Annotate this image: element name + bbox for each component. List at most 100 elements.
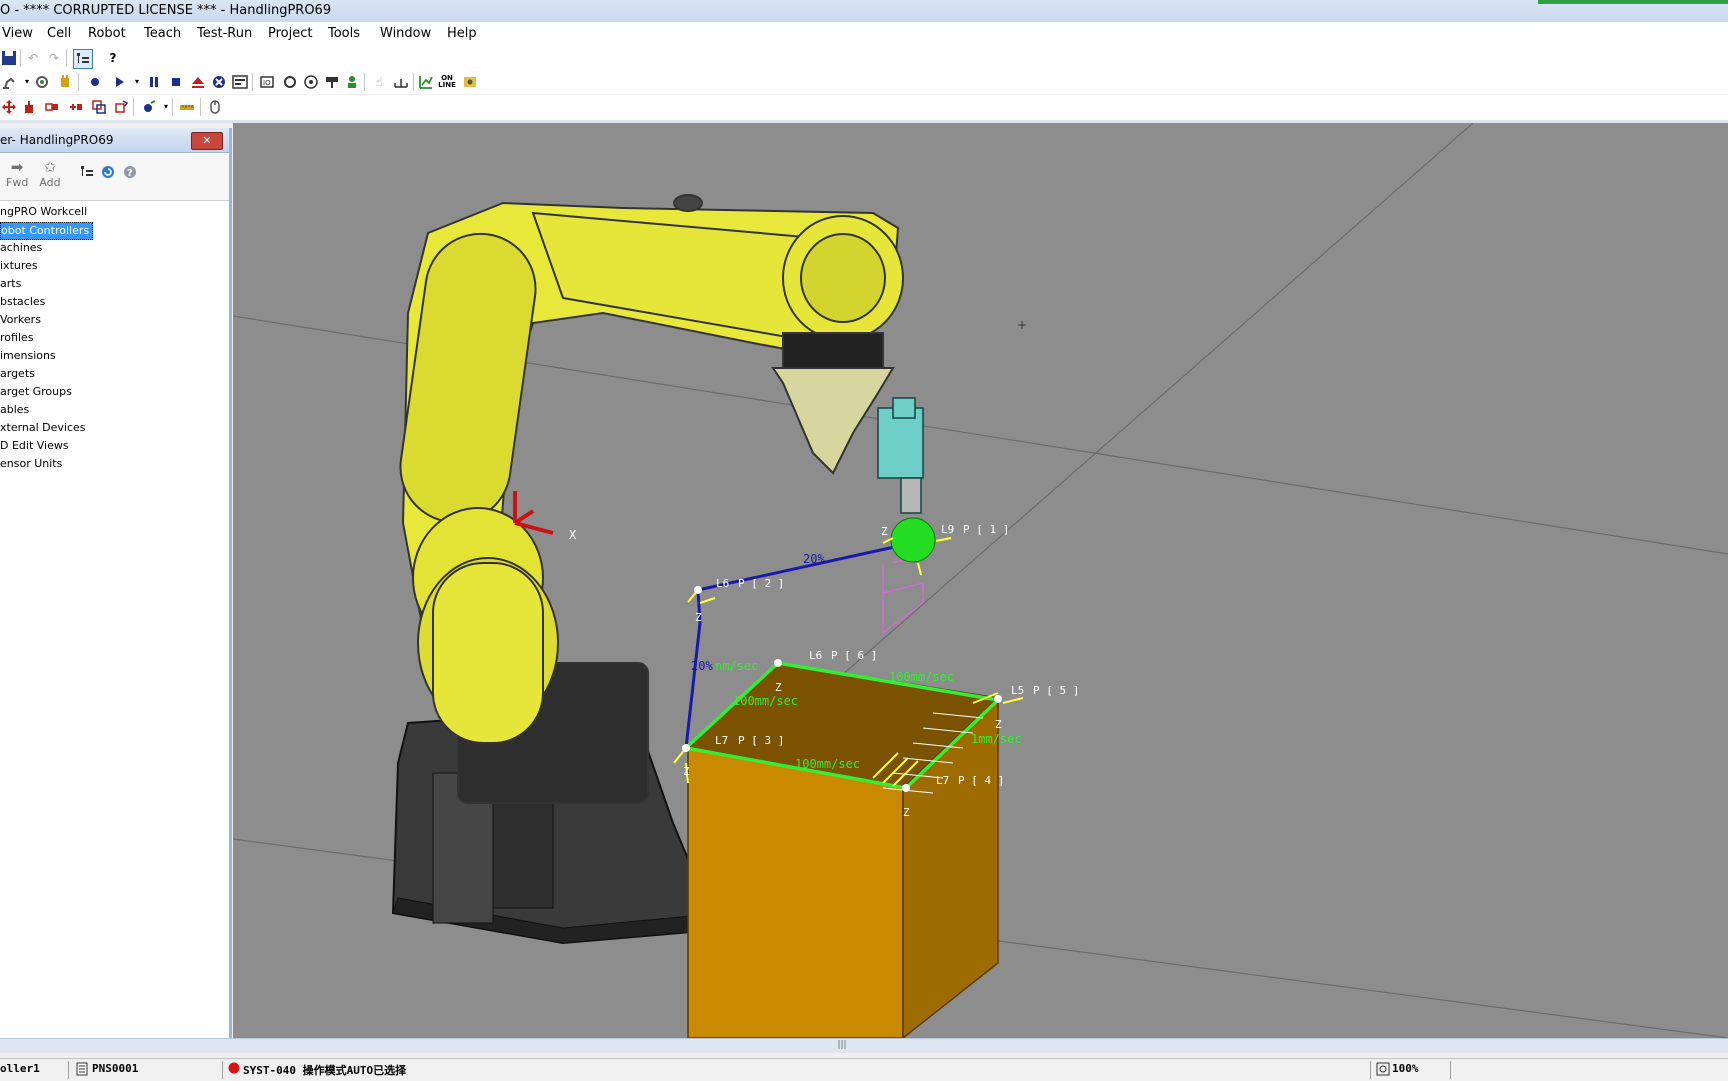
chevron-down-icon[interactable]: ▾	[128, 73, 146, 91]
svg-text:?: ?	[127, 168, 133, 179]
tree-item[interactable]: rofiles	[0, 330, 37, 346]
tree-item[interactable]: imensions	[0, 348, 59, 364]
toolbar-view: ▾	[0, 95, 1728, 120]
ruler-icon[interactable]	[178, 98, 196, 116]
tree-item[interactable]: arget Groups	[0, 384, 75, 400]
menu-test-run[interactable]: Test-Run	[197, 26, 252, 41]
menu-project[interactable]: Project	[268, 26, 312, 41]
save-icon[interactable]	[0, 49, 18, 67]
menu-teach[interactable]: Teach	[144, 26, 181, 41]
arrange-icon[interactable]	[43, 98, 61, 116]
speed-label-l-d: 1mm/sec	[971, 732, 1022, 746]
cell-browser-panel: er- HandlingPRO69 ✕ ➡ Fwd ✩ Add ? ngPRO …	[0, 128, 232, 1038]
copy-frame-icon[interactable]	[90, 98, 108, 116]
frame-z-1: Z	[881, 525, 888, 538]
add-button[interactable]: ✩ Add	[37, 158, 63, 189]
tree-item[interactable]: arts	[0, 276, 24, 292]
target-icon[interactable]	[302, 73, 320, 91]
speed-label-l-b: 100mm/sec	[889, 670, 954, 684]
horizontal-scrollbar[interactable]: |||	[0, 1038, 1728, 1053]
alarm-icon	[228, 1062, 240, 1077]
menu-cell[interactable]: Cell	[47, 26, 71, 41]
status-program-icon	[76, 1062, 88, 1079]
panel-icon[interactable]	[231, 73, 249, 91]
undo-icon[interactable]: ↶	[24, 49, 42, 67]
close-icon[interactable]: ✕	[191, 132, 223, 150]
io-icon[interactable]: IO	[258, 73, 276, 91]
tree-item[interactable]: achines	[0, 240, 45, 256]
teach-icon[interactable]	[461, 73, 479, 91]
position-mark-3: L7	[715, 734, 728, 747]
position-label-6[interactable]: P [ 6 ]	[831, 649, 877, 662]
lift-icon[interactable]	[20, 98, 38, 116]
add-frame-icon[interactable]	[67, 98, 85, 116]
menu-tools[interactable]: Tools	[328, 26, 360, 41]
menu-robot[interactable]: Robot	[88, 26, 126, 41]
position-label-1[interactable]: P [ 1 ]	[963, 523, 1009, 536]
hand-icon[interactable]	[56, 73, 74, 91]
redo-icon[interactable]: ↷	[45, 49, 63, 67]
menu-bar: View Cell Robot Teach Test-Run Project T…	[0, 22, 1728, 46]
measure-icon[interactable]	[392, 73, 410, 91]
play-icon[interactable]	[110, 73, 128, 91]
frame-z-4: Z	[903, 806, 910, 819]
current-position-sphere[interactable]	[890, 517, 936, 563]
tree-item[interactable]: xternal Devices	[0, 420, 89, 436]
help-icon[interactable]: ?	[121, 164, 139, 183]
workcell-3d-view[interactable]: X L9 P [ 1 ] Z L6 P [ 2 ] Z L7 P [ 3 ] Z	[233, 123, 1728, 1038]
tree-view-icon[interactable]	[78, 164, 96, 183]
sign-icon[interactable]	[323, 73, 341, 91]
position-label-5[interactable]: P [ 5 ]	[1033, 684, 1079, 697]
move-icon[interactable]	[0, 98, 18, 116]
tree-item[interactable]: obot Controllers	[0, 222, 94, 240]
rotate-frame-icon[interactable]	[112, 98, 130, 116]
forward-button[interactable]: ➡ Fwd	[6, 158, 28, 189]
star-icon: ✩	[43, 158, 57, 176]
status-message: SYST-040 操作模式AUTO已选择	[243, 1064, 407, 1077]
speed-label-j1: 20%	[803, 552, 825, 566]
online-button[interactable]: ON LINE	[436, 73, 458, 91]
chart-icon[interactable]	[417, 73, 435, 91]
refresh-icon[interactable]	[99, 164, 117, 183]
toolbar-file: ↶ ↷ ?	[0, 46, 1728, 70]
camera-icon[interactable]	[140, 98, 158, 116]
position-label-4[interactable]: P [ 4 ]	[958, 774, 1004, 787]
menu-window[interactable]: Window	[380, 26, 431, 41]
position-label-2[interactable]: P [ 2 ]	[738, 577, 784, 590]
svg-text:IO: IO	[263, 79, 271, 87]
menu-help[interactable]: Help	[447, 26, 477, 41]
position-mark-4: L7	[936, 774, 949, 787]
cell-browser-icon[interactable]	[73, 49, 93, 69]
position-mark-6: L6	[809, 649, 822, 662]
pause-icon[interactable]	[145, 73, 163, 91]
scroll-grip-icon[interactable]: |||	[835, 1041, 849, 1050]
tree-item[interactable]: ables	[0, 402, 32, 418]
tree-item[interactable]: Vorkers	[0, 312, 44, 328]
frame-z-6: Z	[775, 681, 782, 694]
tree-item[interactable]: ixtures	[0, 258, 41, 274]
tree-item[interactable]: D Edit Views	[0, 438, 72, 454]
robot-arm-icon[interactable]	[0, 73, 18, 91]
mouse-icon[interactable]	[206, 98, 224, 116]
position-mark-5: L5	[1011, 684, 1024, 697]
eject-icon[interactable]	[189, 73, 207, 91]
position-label-3[interactable]: P [ 3 ]	[738, 734, 784, 747]
abort-icon[interactable]	[210, 73, 228, 91]
worker-icon[interactable]	[343, 73, 361, 91]
pointer-icon[interactable]: ☝	[370, 73, 388, 91]
add-label: Add	[39, 176, 61, 189]
help-icon[interactable]: ?	[104, 49, 122, 67]
tree-item[interactable]: bstacles	[0, 294, 48, 310]
panel-header: er- HandlingPRO69 ✕	[0, 128, 229, 153]
menu-view[interactable]: View	[2, 26, 33, 41]
record-icon[interactable]	[86, 73, 104, 91]
arrow-right-icon: ➡	[10, 158, 24, 176]
tree-item[interactable]: ensor Units	[0, 456, 65, 472]
cycle-icon[interactable]	[281, 73, 299, 91]
tree-item[interactable]: ngPRO Workcell	[0, 204, 90, 220]
gear-robot-icon[interactable]	[33, 73, 51, 91]
speed-label-j2: 20%	[691, 659, 713, 673]
frame-z-5: Z	[995, 718, 1002, 731]
tree-item[interactable]: argets	[0, 366, 38, 382]
stop-icon[interactable]	[167, 73, 185, 91]
